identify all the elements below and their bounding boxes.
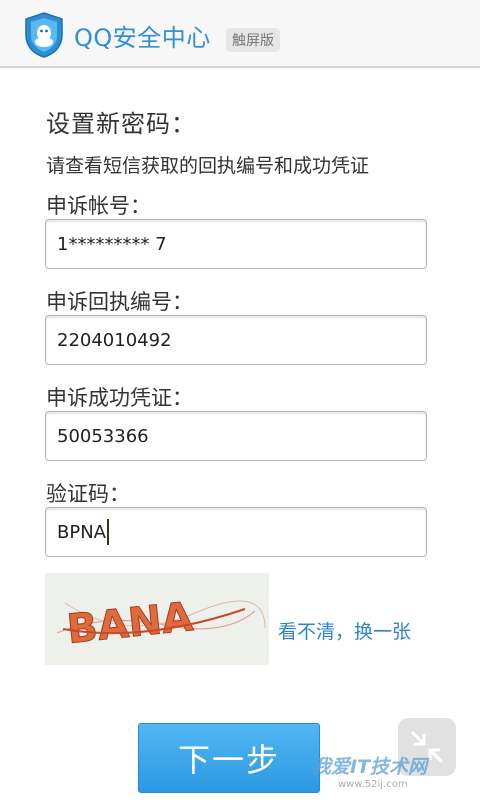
captcha-label: 验证码： [46,482,130,506]
receipt-number-value: 2204010492 [57,329,172,351]
success-credential-value: 50053366 [57,425,149,447]
success-credential-input[interactable]: 50053366 [45,411,427,461]
captcha-input[interactable]: BPNA [45,507,427,557]
captcha-graphic: BANA [45,573,269,665]
qq-shield-icon [25,12,63,58]
instruction-text: 请查看短信获取的回执编号和成功凭证 [46,155,370,177]
text-cursor [106,519,109,545]
receipt-number-input[interactable]: 2204010492 [45,315,427,365]
page-heading: 设置新密码： [46,110,196,138]
account-value: 1********* 7 [57,233,167,255]
next-step-button[interactable]: 下一步 [138,723,320,793]
app-title: QQ安全中心 [74,24,211,52]
account-label: 申诉帐号： [46,194,151,218]
refresh-captcha-link[interactable]: 看不清，换一张 [278,617,411,644]
receipt-number-label: 申诉回执编号： [46,290,193,314]
captcha-image[interactable]: BANA [45,573,269,665]
touch-version-badge: 触屏版 [226,28,280,52]
captcha-input-value: BPNA [57,521,106,543]
site-watermark-url: www.52ij.com [338,779,408,790]
success-credential-label: 申诉成功凭证： [46,386,193,410]
app-header: QQ安全中心 触屏版 [0,0,480,68]
site-watermark: 我爱IT技术网 [312,756,428,778]
account-input[interactable]: 1********* 7 [45,219,427,269]
